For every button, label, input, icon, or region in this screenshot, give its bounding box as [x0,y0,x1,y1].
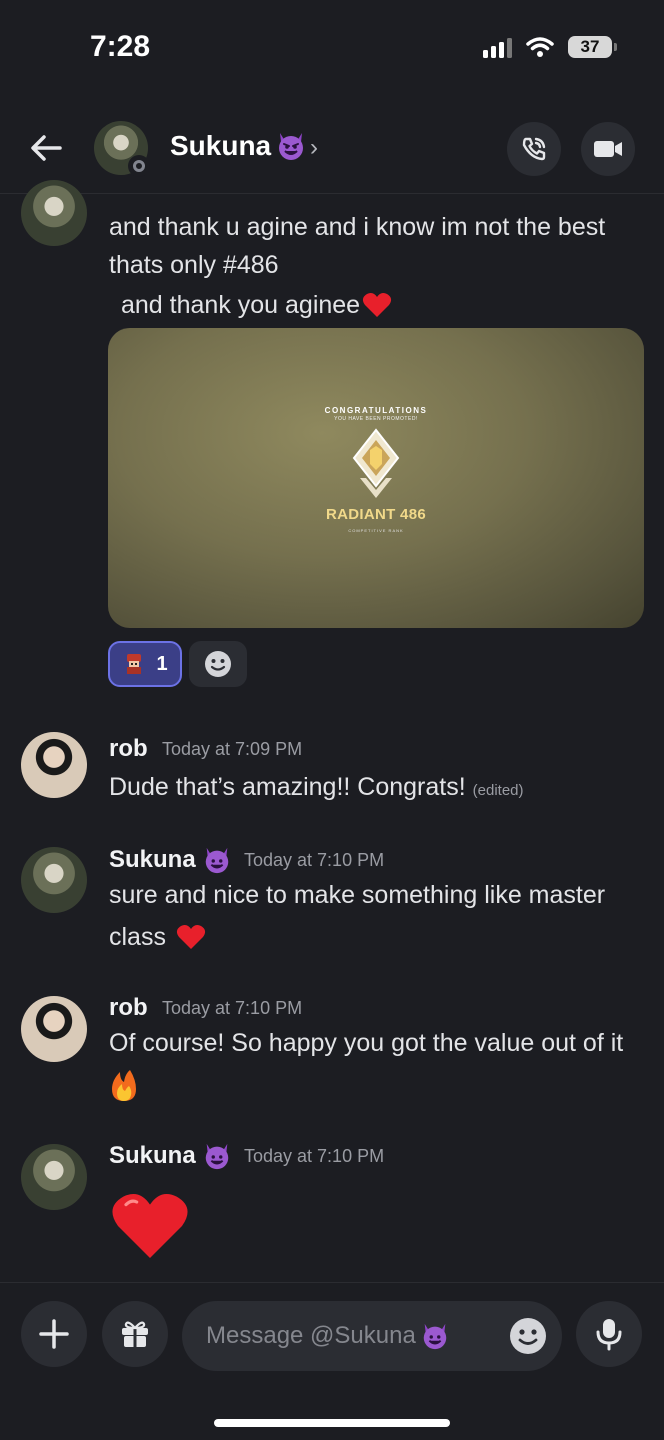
message-input-placeholder: Message @Sukuna [206,1321,450,1351]
message-line: class [109,923,166,951]
message-author[interactable]: rob [109,735,148,763]
message-author-text: Sukuna [109,1142,196,1169]
message-text: Dude that’s amazing!! Congrats! (edited) [109,768,644,810]
smiley-icon[interactable] [508,1316,548,1356]
avatar[interactable] [21,996,87,1062]
dm-header: Sukuna › [0,100,664,194]
smiling-devil-icon [423,1323,447,1350]
fire-icon [112,1070,136,1101]
message-author[interactable]: Sukuna [109,1141,232,1171]
message-timestamp: Today at 7:10 PM [244,1146,385,1166]
add-reaction-button[interactable] [189,641,247,687]
message-timestamp: Today at 7:10 PM [162,998,303,1018]
placeholder-text: Message @Sukuna [206,1322,416,1349]
message-author[interactable]: Sukuna [109,845,232,875]
edited-label: (edited) [472,782,524,799]
smiling-devil-icon [205,1143,228,1170]
smiley-icon [205,651,231,677]
embed-promoted-text: YOU HAVE BEEN PROMOTED! [334,416,418,422]
video-call-button[interactable] [581,122,635,176]
red-heart-icon [363,293,392,317]
embed-rank-text: RADIANT 486 [326,506,426,523]
message-text: Of course! So happy you got the value ou… [109,1024,644,1113]
arrow-left-icon[interactable] [26,128,66,168]
smiling-devil-icon [279,133,304,160]
message-author-text: Sukuna [109,846,196,873]
video-camera-icon [594,141,622,157]
avatar[interactable] [21,732,87,798]
chevron-right-icon[interactable]: › [310,134,318,162]
message-line: Of course! So happy you got the value ou… [109,1029,624,1057]
radiant-rank-icon [352,428,400,498]
message-timestamp: Today at 7:10 PM [244,850,385,870]
header-username-text: Sukuna [170,130,272,161]
message-line-with-emoji: class [109,918,644,956]
smiling-devil-icon [205,847,228,874]
message-composer: Message @Sukuna [0,1282,664,1440]
message-line: and thank you aginee [121,291,361,319]
voice-call-button[interactable] [507,122,561,176]
character-emoji-icon [127,654,142,674]
message-line: thats only #486 [109,251,279,279]
reaction-count: 1 [156,652,168,675]
big-red-heart-icon [112,1194,188,1258]
message-input[interactable]: Message @Sukuna [182,1301,562,1371]
embed-subtitle-text: COMPETITIVE RANK [348,528,404,533]
status-time: 7:28 [90,30,151,63]
message-text: sure and nice to make something like mas… [109,876,644,956]
avatar[interactable] [21,1144,87,1210]
avatar[interactable] [21,847,87,913]
plus-icon [39,1319,69,1349]
message-text: and thank u agine and i know im not the … [109,208,644,324]
red-heart-icon [176,925,206,949]
battery-indicator: 37 [568,36,617,58]
message-line: and thank u agine and i know im not the … [109,213,606,241]
rank-up-image[interactable]: CONGRATULATIONS YOU HAVE BEEN PROMOTED! … [108,328,644,628]
wifi-icon [526,37,554,57]
microphone-icon [596,1319,622,1351]
cellular-signal-icon [483,36,512,58]
message-line: sure and nice to make something like mas… [109,881,606,909]
phone-call-icon [522,137,546,161]
avatar[interactable] [21,180,87,246]
message-timestamp: Today at 7:09 PM [162,739,303,759]
status-indicators: 37 [483,36,617,58]
message-author[interactable]: rob [109,994,148,1022]
status-bar: 7:28 37 [0,0,664,100]
embed-congrats-text: CONGRATULATIONS [324,406,428,415]
gift-button[interactable] [102,1301,168,1367]
offline-status-icon [128,155,150,177]
add-attachment-button[interactable] [21,1301,87,1367]
message-line-with-emoji: and thank you aginee [109,286,644,324]
voice-message-button[interactable] [576,1301,642,1367]
message-line: Dude that’s amazing!! Congrats! [109,773,466,801]
header-username[interactable]: Sukuna [170,130,307,162]
reaction-chip[interactable]: 1 [108,641,182,687]
gift-icon [122,1321,148,1347]
home-indicator[interactable] [214,1419,450,1427]
